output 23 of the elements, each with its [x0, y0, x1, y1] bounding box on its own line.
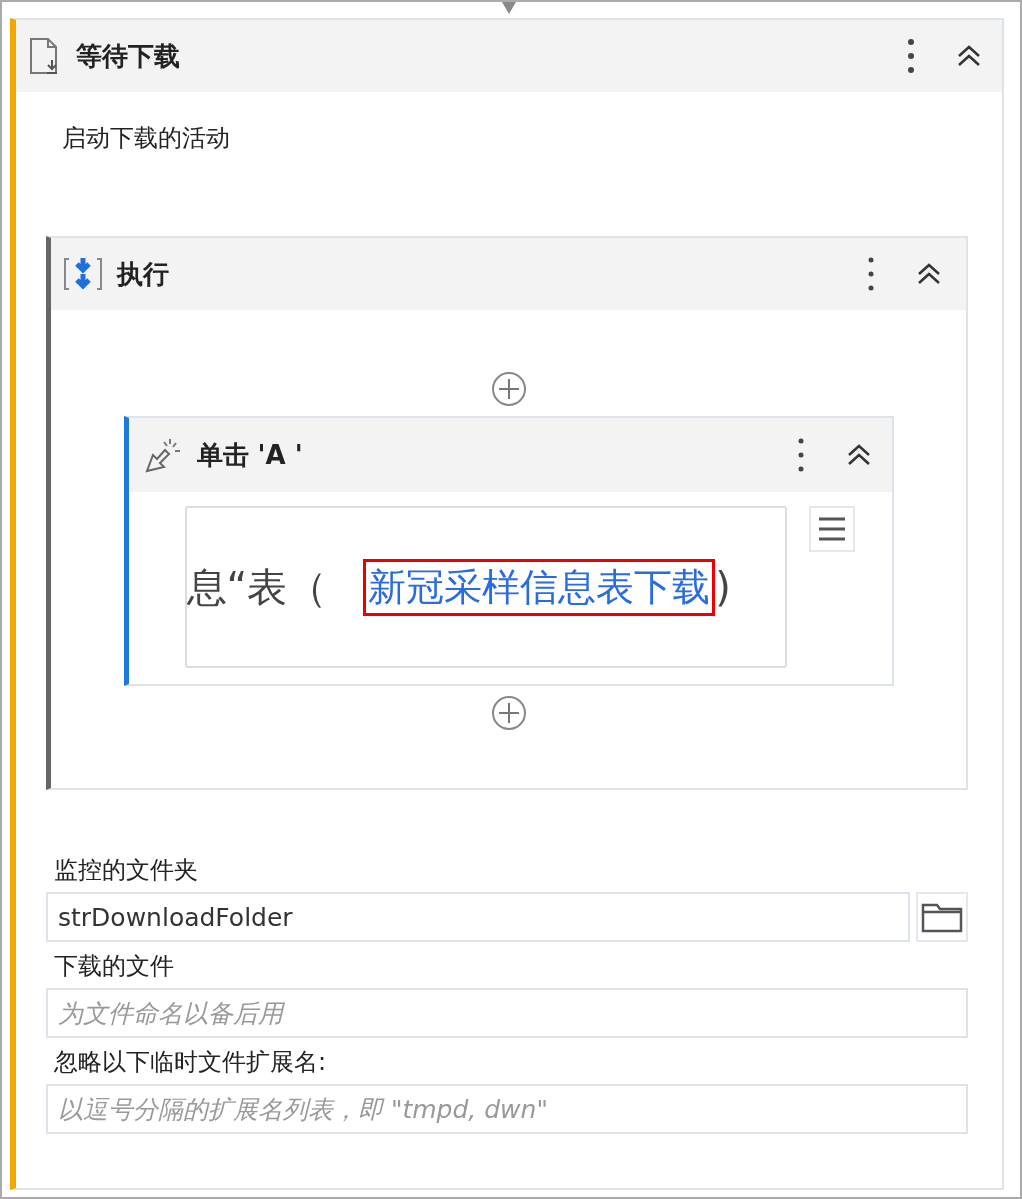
add-activity-icon[interactable]: [489, 370, 528, 408]
collapse-icon[interactable]: [956, 44, 982, 68]
sequence-icon: [63, 256, 103, 292]
folder-icon: [921, 901, 963, 933]
activity-title: 等待下载: [76, 39, 180, 73]
input-field[interactable]: 为文件命名以备后用: [46, 988, 968, 1038]
sequence-title: 执行: [117, 257, 169, 291]
screenshot-text: ): [715, 564, 731, 610]
click-activity-title: 单击 'A ': [196, 438, 303, 472]
collapse-icon[interactable]: [916, 262, 942, 286]
menu-button[interactable]: [808, 506, 855, 552]
field-label: 忽略以下临时文件扩展名:: [53, 1047, 328, 1078]
add-activity-icon[interactable]: [489, 694, 528, 732]
trigger-label: 启动下载的活动: [61, 123, 231, 154]
input-field[interactable]: 以逗号分隔的扩展名列表，即 "tmpd, dwn": [46, 1084, 968, 1134]
field-label: 下载的文件: [53, 951, 175, 982]
connector-arrow-icon: [502, 2, 516, 14]
more-options-icon[interactable]: [906, 36, 916, 76]
browse-folder-button[interactable]: [916, 892, 968, 942]
field-label: 监控的文件夹: [53, 855, 199, 886]
input-field[interactable]: strDownloadFolder: [46, 892, 910, 942]
menu-icon: [817, 516, 846, 542]
screenshot-text: 息“表（: [186, 562, 328, 612]
